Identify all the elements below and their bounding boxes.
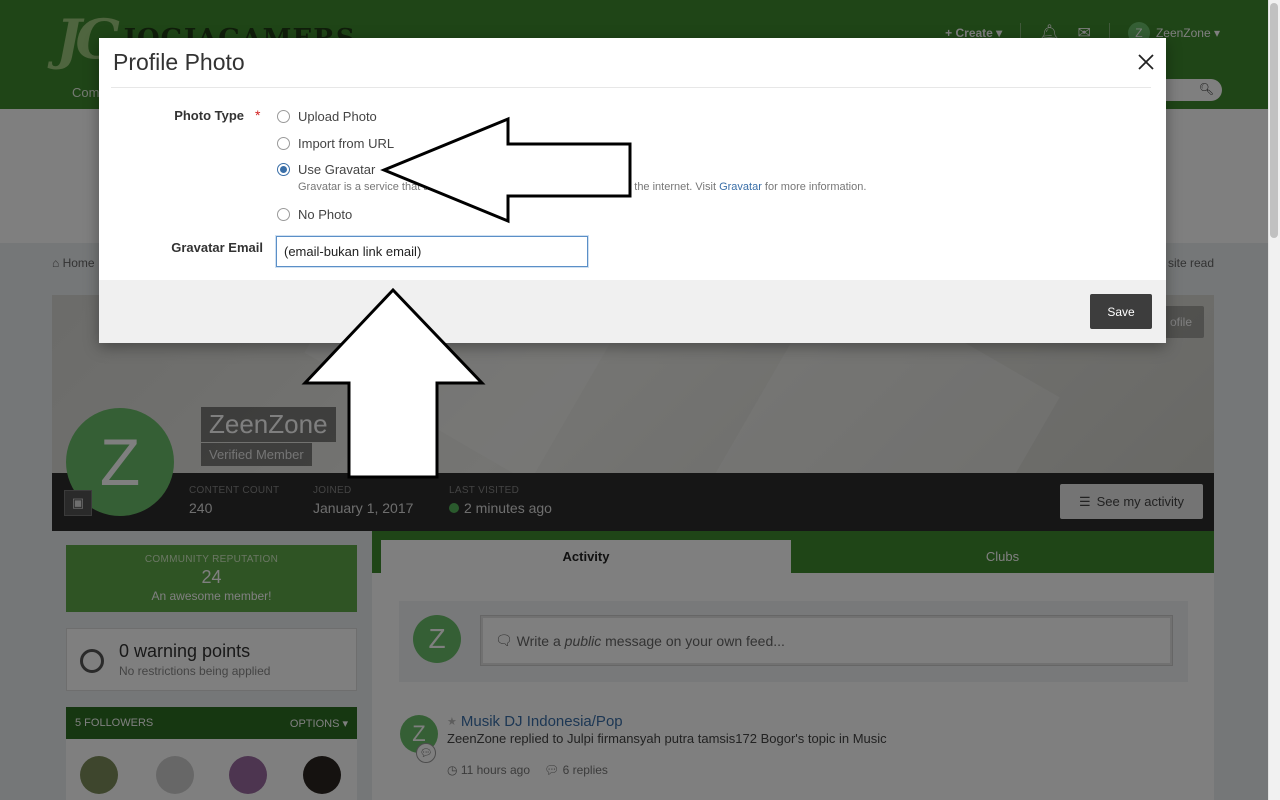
option-use-gravatar[interactable]: Use Gravatar [277,162,375,177]
option-upload-photo[interactable]: Upload Photo [277,109,377,124]
radio-use-gravatar[interactable] [277,163,290,176]
option-label: Upload Photo [298,109,377,124]
scrollbar[interactable] [1268,0,1280,800]
gravatar-email-label: Gravatar Email [171,240,263,255]
option-import-url[interactable]: Import from URL [277,136,394,151]
description-text: Gravatar is a service that allows users … [298,181,720,193]
scrollbar-thumb[interactable] [1270,3,1278,238]
option-label: No Photo [298,207,353,222]
gravatar-link[interactable]: Gravatar [719,181,762,193]
close-icon[interactable] [1134,50,1158,74]
radio-upload-photo[interactable] [277,110,290,123]
option-label: Use Gravatar [298,162,376,177]
option-label: Import from URL [298,136,395,151]
option-no-photo[interactable]: No Photo [277,207,352,222]
dialog-footer [99,280,1166,343]
required-marker: * [255,107,261,123]
profile-photo-dialog: Profile Photo Photo Type * Upload Photo … [99,38,1166,343]
gravatar-email-field[interactable] [276,236,588,267]
dialog-title: Profile Photo [113,49,245,75]
divider [111,87,1151,88]
radio-import-url[interactable] [277,137,290,150]
gravatar-description: Gravatar is a service that allows users … [298,181,866,193]
radio-no-photo[interactable] [277,208,290,221]
photo-type-label: Photo Type [174,108,244,123]
description-text: for more information. [761,181,867,193]
save-button[interactable]: Save [1090,294,1152,329]
